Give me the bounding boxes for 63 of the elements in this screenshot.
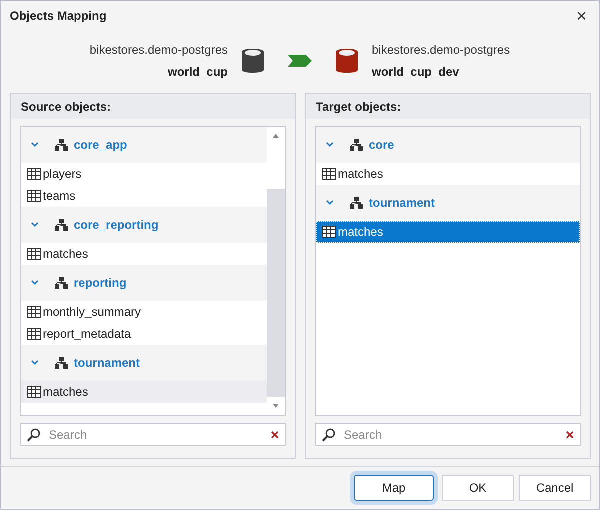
schema-icon — [350, 139, 363, 152]
schema-icon — [55, 277, 68, 290]
clear-icon[interactable] — [271, 430, 279, 439]
schema-name: reporting — [74, 276, 127, 290]
table-name: matches — [43, 385, 88, 400]
schema-row[interactable]: tournament — [316, 185, 580, 222]
database-icon — [336, 47, 358, 75]
chevron-icon[interactable] — [326, 142, 334, 148]
table-icon — [27, 328, 41, 340]
table-name: report_metadata — [43, 327, 132, 342]
search-icon — [27, 428, 41, 442]
panel-title: Source objects: — [11, 94, 295, 120]
schema-name: core — [369, 138, 394, 152]
table-name: monthly_summary — [43, 305, 142, 320]
clear-icon[interactable] — [566, 430, 574, 439]
table-name: teams — [43, 189, 76, 204]
schema-icon — [55, 219, 68, 232]
search-icon — [322, 428, 336, 442]
search-input[interactable]: Search — [342, 426, 560, 443]
schema-row[interactable]: core — [316, 127, 580, 164]
search-input[interactable]: Search — [47, 426, 265, 443]
schema-row[interactable]: core_reporting — [21, 207, 267, 244]
arrow-icon — [288, 55, 312, 67]
table-icon — [27, 306, 41, 318]
database-name: world_cup_dev — [372, 65, 460, 79]
schema-row[interactable]: tournament — [21, 345, 267, 382]
schema-row[interactable]: reporting — [21, 265, 267, 302]
search-box[interactable]: Search — [315, 423, 581, 446]
chevron-icon[interactable] — [31, 360, 39, 366]
server-name: bikestores.demo-postgres — [372, 43, 510, 57]
chevron-icon[interactable] — [31, 222, 39, 228]
table-icon — [27, 190, 41, 202]
schema-name: tournament — [74, 356, 140, 370]
table-icon — [322, 168, 336, 180]
table-name: matches — [43, 247, 88, 262]
schema-name: tournament — [369, 196, 435, 210]
table-icon — [27, 386, 41, 398]
server-name: bikestores.demo-postgres — [90, 43, 228, 57]
schema-row[interactable]: core_app — [21, 127, 267, 164]
database-name: world_cup — [168, 65, 228, 79]
schema-name: core_app — [74, 138, 128, 152]
schema-icon — [55, 357, 68, 370]
dialog-button[interactable]: Cancel — [519, 475, 591, 501]
window-title: Objects Mapping — [10, 9, 107, 23]
table-name: matches — [338, 225, 384, 240]
schema-icon — [55, 139, 68, 152]
chevron-icon[interactable] — [31, 142, 39, 148]
table-icon — [27, 168, 41, 180]
table-icon — [322, 226, 336, 238]
table-row[interactable]: matches — [316, 221, 580, 244]
chevron-icon[interactable] — [31, 280, 39, 286]
table-name: players — [43, 167, 82, 182]
database-icon — [242, 47, 264, 75]
search-box[interactable]: Search — [20, 423, 286, 446]
schema-name: core_reporting — [74, 218, 159, 232]
table-name: matches — [338, 167, 384, 182]
schema-icon — [350, 197, 363, 210]
panel-title: Target objects: — [306, 94, 590, 120]
close-button[interactable]: × — [576, 7, 587, 25]
table-row[interactable]: matches — [21, 381, 267, 404]
chevron-icon[interactable] — [326, 200, 334, 206]
dialog-button[interactable]: OK — [442, 475, 514, 501]
table-icon — [27, 248, 41, 260]
